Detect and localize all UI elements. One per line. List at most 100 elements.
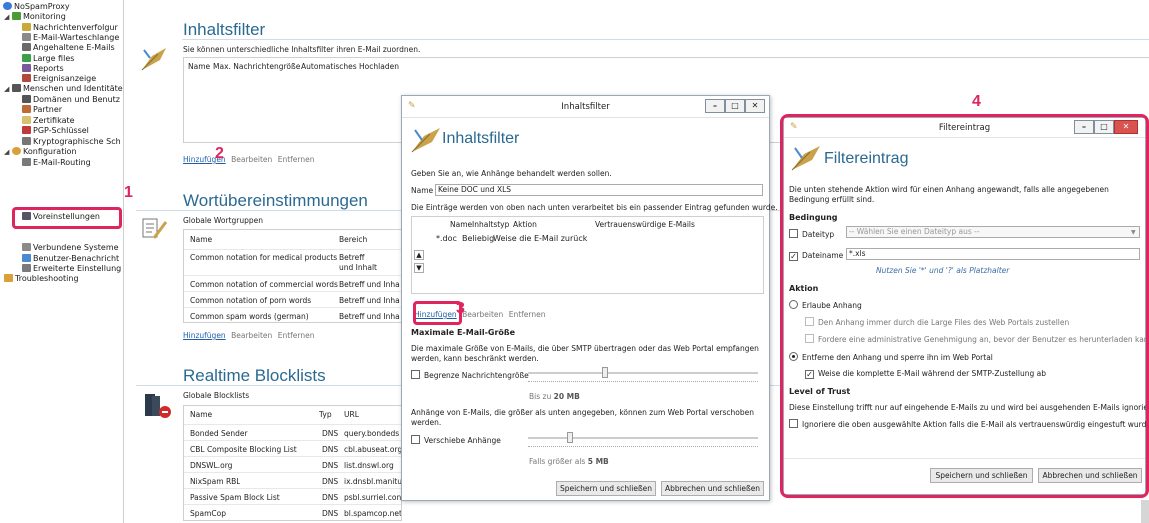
tree-item-reports[interactable]: Reports — [22, 64, 64, 74]
table-row[interactable]: Common notation for medical products Bet… — [184, 249, 414, 275]
column-header[interactable]: Typ — [319, 410, 332, 419]
move-slider-track[interactable] — [528, 437, 758, 439]
table-row[interactable]: Common notation of porn words Betreff un… — [184, 291, 414, 307]
rbl-table: Name Typ URL Bonded Sender DNS query.bonde… — [183, 405, 402, 521]
table-row[interactable]: Common notation of commercial words Betr… — [184, 275, 414, 291]
table-row[interactable]: NixSpam RBL DNS ix.dnsbl.manitu — [184, 472, 401, 488]
entries-table: Name Inhaltstyp Aktion Vertrauenswürdige… — [411, 216, 764, 294]
word-group-icon — [142, 218, 168, 239]
move-down-button[interactable]: ▼ — [414, 263, 424, 273]
collapse-icon[interactable]: ◢ — [4, 147, 12, 157]
domain-users-icon — [22, 95, 31, 103]
table-row[interactable]: *.doc Beliebig Weise die E-Mail zurück — [432, 232, 762, 244]
save-button[interactable]: Speichern und schließen — [556, 481, 656, 496]
column-header[interactable]: Automatisches Hochladen — [301, 62, 399, 71]
tree-troubleshooting[interactable]: Troubleshooting — [4, 274, 79, 284]
limit-size-checkbox[interactable]: Begrenze Nachrichtengröße — [411, 370, 529, 380]
column-header[interactable]: Inhaltstyp — [472, 220, 510, 229]
remove-link[interactable]: Entfernen — [278, 331, 315, 340]
tree-item-verbundene[interactable]: Verbundene Systeme — [22, 243, 119, 253]
column-header[interactable]: Aktion — [513, 220, 537, 229]
move-up-button[interactable]: ▲ — [414, 250, 424, 260]
scrollbar[interactable] — [1141, 500, 1149, 523]
size-slider-track[interactable] — [528, 372, 758, 374]
tree-konfiguration[interactable]: ◢ Konfiguration — [4, 147, 77, 157]
tree-item-nachrichtenverfolgung[interactable]: Nachrichtenverfolgur — [22, 23, 118, 33]
size-slider-thumb[interactable] — [602, 367, 608, 378]
advanced-settings-icon — [22, 264, 31, 272]
name-label: Name — [411, 186, 434, 195]
column-header[interactable]: Vertrauenswürdige E-Mails — [595, 220, 695, 229]
wortuebereinstimmungen-heading: Wortübereinstimmungen — [183, 191, 368, 210]
column-header[interactable]: Name — [450, 220, 473, 229]
tree-monitoring[interactable]: ◢ Monitoring — [4, 12, 66, 22]
navigation-tree: NoSpamProxy ◢ Monitoring Nachrichtenverfo… — [0, 0, 124, 523]
partner-icon — [22, 105, 31, 113]
column-header[interactable]: Name — [190, 235, 212, 244]
tree-item-benachrichtigung[interactable]: Benutzer-Benachricht — [22, 254, 119, 264]
name-input[interactable]: Keine DOC und XLS — [435, 184, 763, 196]
marker-4: 4 — [972, 93, 981, 110]
maximize-button[interactable]: □ — [725, 99, 745, 113]
routing-icon — [22, 158, 31, 166]
table-row[interactable]: DNSWL.org DNS list.dnswl.org — [184, 456, 401, 472]
column-header[interactable]: Bereich — [339, 235, 367, 244]
table-header: Name Typ URL — [184, 410, 401, 422]
tree-item-routing[interactable]: E-Mail-Routing — [22, 158, 91, 168]
feather-icon — [411, 128, 440, 153]
tree-item-angehaltene[interactable]: Angehaltene E-Mails — [22, 43, 115, 53]
tree-item-kryptographische[interactable]: Kryptographische Sch — [22, 137, 121, 147]
upload-arrow-icon — [22, 54, 31, 62]
highlight-voreinstellungen — [12, 207, 122, 229]
tree-item-erweiterte[interactable]: Erweiterte Einstellung — [22, 264, 121, 274]
move-slider-thumb[interactable] — [567, 432, 573, 443]
remove-link[interactable]: Entfernen — [278, 155, 315, 164]
table-row[interactable]: SpamCop DNS bl.spamcop.net — [184, 504, 401, 520]
tree-item-large-files[interactable]: Large files — [22, 54, 74, 64]
tree-item-warteschlange[interactable]: E-Mail-Warteschlange — [22, 33, 119, 43]
pgp-key-icon — [22, 126, 31, 134]
tree-item-zertifikate[interactable]: Zertifikate — [22, 116, 75, 126]
edit-link[interactable]: Bearbeiten — [462, 310, 503, 319]
minimize-button[interactable]: – — [705, 99, 725, 113]
tree-item-ereignisanzeige[interactable]: Ereignisanzeige — [22, 74, 96, 84]
checkbox[interactable] — [411, 435, 420, 444]
rbl-group-label: Globale Blocklists — [183, 391, 250, 400]
inhaltsfilter-dialog: ✎ Inhaltsfilter – □ ✕ Inhaltsfilter Gebe… — [401, 95, 778, 501]
people-icon — [12, 12, 21, 20]
held-mail-icon — [22, 43, 31, 51]
collapse-icon[interactable]: ◢ — [4, 12, 12, 22]
connected-systems-icon — [22, 243, 31, 251]
table-row[interactable]: Passive Spam Block List DNS psbl.surriel.c… — [184, 488, 401, 504]
inhaltsfilter-heading: Inhaltsfilter — [183, 20, 266, 39]
feather-icon — [141, 48, 166, 71]
dialog-intro: Geben Sie an, wie Anhänge behandelt werd… — [411, 169, 612, 178]
dialog-titlebar[interactable]: ✎ Inhaltsfilter – □ ✕ — [402, 96, 769, 118]
tree-item-domaenen[interactable]: Domänen und Benutz — [22, 95, 120, 105]
highlight-add-link — [413, 301, 462, 325]
event-log-icon — [22, 74, 31, 82]
table-row[interactable]: Common spam words (german) Betreff und I… — [184, 307, 414, 322]
tree-root[interactable]: NoSpamProxy — [3, 2, 70, 12]
edit-link[interactable]: Bearbeiten — [231, 155, 272, 164]
move-attachments-checkbox[interactable]: Verschiebe Anhänge — [411, 435, 501, 445]
table-row[interactable]: Bonded Sender DNS query.bondeds — [184, 424, 401, 440]
edit-link[interactable]: Bearbeiten — [231, 331, 272, 340]
column-header[interactable]: URL — [344, 410, 359, 419]
max-size-title: Maximale E-Mail-Größe — [411, 328, 516, 337]
column-header[interactable]: Max. Nachrichtengröße — [213, 62, 301, 71]
collapse-icon[interactable]: ◢ — [4, 84, 12, 94]
checkbox[interactable] — [411, 370, 420, 379]
inhaltsfilter-description: Sie können unterschiedliche Inhaltsfilte… — [183, 45, 421, 54]
column-header[interactable]: Name — [188, 62, 211, 71]
add-link[interactable]: Hinzufügen — [183, 331, 226, 340]
close-button[interactable]: ✕ — [745, 99, 765, 113]
order-text: Die Einträge werden von oben nach unten … — [411, 203, 778, 212]
table-row[interactable]: CBL Composite Blocking List DNS cbl.abusea… — [184, 440, 401, 456]
cancel-button[interactable]: Abbrechen und schließen — [661, 481, 764, 496]
tree-people[interactable]: ◢ Menschen und Identitäte — [4, 84, 123, 94]
tree-item-partner[interactable]: Partner — [22, 105, 62, 115]
tree-item-pgp[interactable]: PGP-Schlüssel — [22, 126, 89, 136]
remove-link[interactable]: Entfernen — [509, 310, 546, 319]
column-header[interactable]: Name — [190, 410, 212, 419]
